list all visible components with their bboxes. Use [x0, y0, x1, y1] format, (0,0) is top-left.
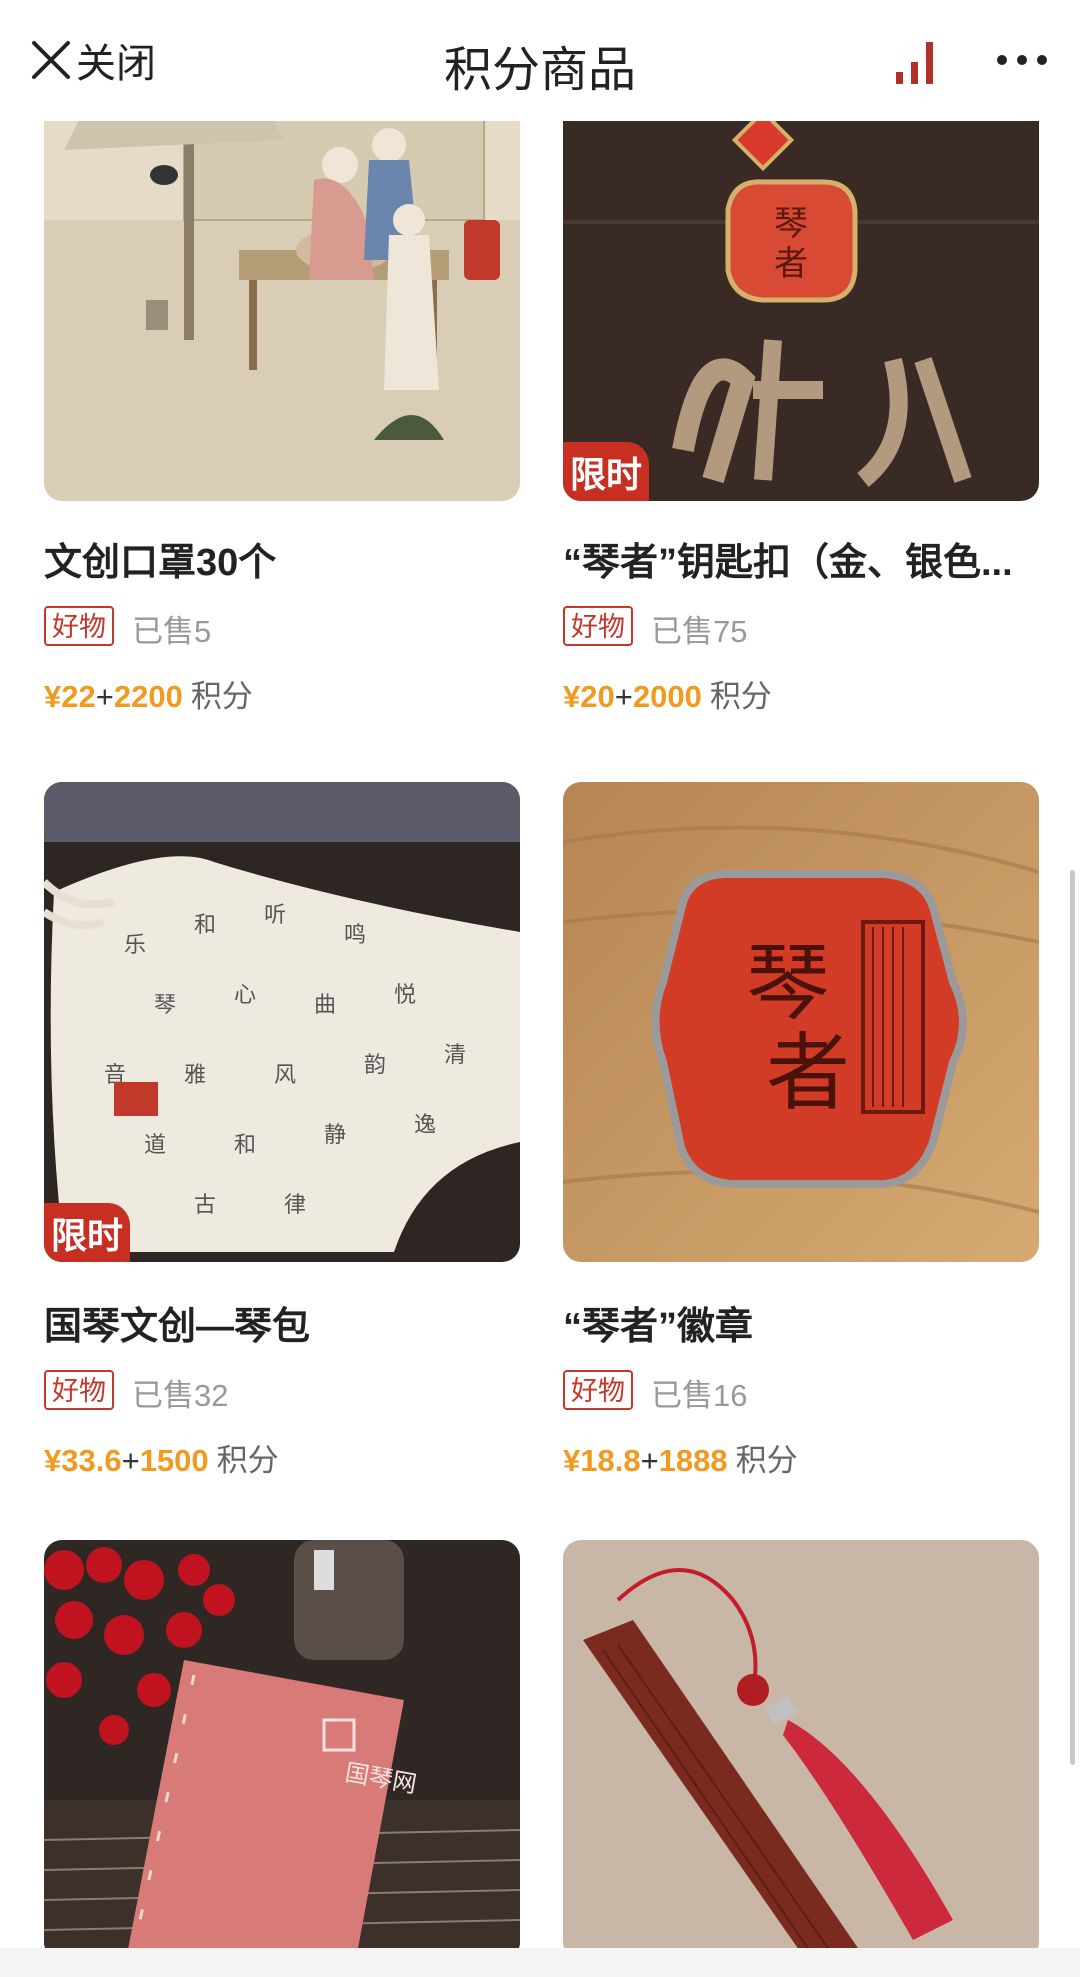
scrollbar[interactable] [1070, 870, 1075, 1765]
svg-text:者: 者 [766, 1024, 850, 1122]
bottom-edge [0, 1948, 1080, 1977]
product-image: 乐和听鸣 琴心曲悦 音雅风韵清 道和静逸 古律 限时 [44, 782, 520, 1262]
product-card-badge[interactable]: 琴 者 “琴者”徽章 好物 已售16 ¥18.8+1888 积分 [563, 782, 1039, 1492]
product-name: 文创口罩30个 [44, 542, 277, 584]
product-name: “琴者”钥匙扣（金、银色... [563, 542, 1013, 584]
badge-text: 琴 [746, 934, 830, 1032]
keychain-text: 琴 [774, 204, 808, 244]
svg-text:曲: 曲 [314, 993, 336, 1018]
svg-text:古: 古 [194, 1193, 216, 1218]
good-item-tag: 好物 [44, 606, 114, 646]
sold-count: 已售16 [651, 1378, 748, 1413]
svg-text:悦: 悦 [394, 983, 416, 1008]
svg-text:听: 听 [264, 903, 286, 928]
price-points: 2000 [632, 679, 702, 714]
points-unit: 积分 [709, 679, 772, 714]
top-nav-bar: 关闭 积分商品 [0, 0, 1080, 121]
price-plus: + [121, 1443, 140, 1478]
price-money: ¥20 [563, 679, 615, 714]
svg-text:琴: 琴 [154, 993, 176, 1018]
svg-text:清: 清 [444, 1043, 466, 1068]
price: ¥18.8+1888 积分 [563, 1435, 798, 1480]
product-card-qin-bag[interactable]: 乐和听鸣 琴心曲悦 音雅风韵清 道和静逸 古律 限时 国琴文创—琴包 好物 已售… [44, 782, 520, 1492]
svg-text:和: 和 [234, 1133, 256, 1158]
product-image: 国琴网 [44, 1540, 520, 1960]
points-unit: 积分 [190, 679, 253, 714]
svg-text:鸣: 鸣 [344, 923, 366, 948]
product-name: “琴者”徽章 [563, 1306, 754, 1348]
product-card-bookmark[interactable] [563, 1540, 1039, 1960]
price-points: 2200 [113, 679, 183, 714]
price-money: ¥33.6 [44, 1443, 122, 1478]
svg-text:心: 心 [234, 983, 256, 1008]
price-points: 1500 [139, 1443, 209, 1478]
price-plus: + [640, 1443, 659, 1478]
product-name: 国琴文创—琴包 [44, 1306, 311, 1348]
svg-text:者: 者 [774, 244, 808, 284]
svg-text:律: 律 [284, 1193, 306, 1218]
limited-time-badge: 限时 [44, 1203, 130, 1262]
svg-text:道: 道 [144, 1133, 166, 1158]
price-plus: + [95, 679, 114, 714]
svg-text:和: 和 [194, 913, 216, 938]
sold-count: 已售32 [132, 1378, 229, 1413]
sold-count: 已售5 [132, 614, 212, 649]
svg-text:韵: 韵 [364, 1053, 386, 1078]
good-item-tag: 好物 [563, 1370, 633, 1410]
price-money: ¥22 [44, 679, 96, 714]
price: ¥33.6+1500 积分 [44, 1435, 279, 1480]
product-image: 琴 者 [563, 782, 1039, 1262]
svg-text:雅: 雅 [184, 1063, 206, 1088]
price-plus: + [614, 679, 633, 714]
svg-text:逸: 逸 [414, 1113, 436, 1138]
svg-text:风: 风 [274, 1063, 296, 1088]
points-unit: 积分 [216, 1443, 279, 1478]
stats-icon[interactable] [890, 36, 940, 86]
price: ¥20+2000 积分 [563, 671, 772, 716]
more-options-icon[interactable] [996, 50, 1048, 70]
product-image [563, 1540, 1039, 1960]
product-card-notebook[interactable]: 国琴网 [44, 1540, 520, 1960]
points-unit: 积分 [735, 1443, 798, 1478]
good-item-tag: 好物 [44, 1370, 114, 1410]
limited-time-badge: 限时 [563, 442, 649, 501]
sold-count: 已售75 [651, 614, 748, 649]
price-money: ¥18.8 [563, 1443, 641, 1478]
good-item-tag: 好物 [563, 606, 633, 646]
price: ¥22+2200 积分 [44, 671, 253, 716]
svg-text:静: 静 [324, 1123, 346, 1148]
price-points: 1888 [658, 1443, 728, 1478]
svg-text:乐: 乐 [124, 933, 146, 958]
